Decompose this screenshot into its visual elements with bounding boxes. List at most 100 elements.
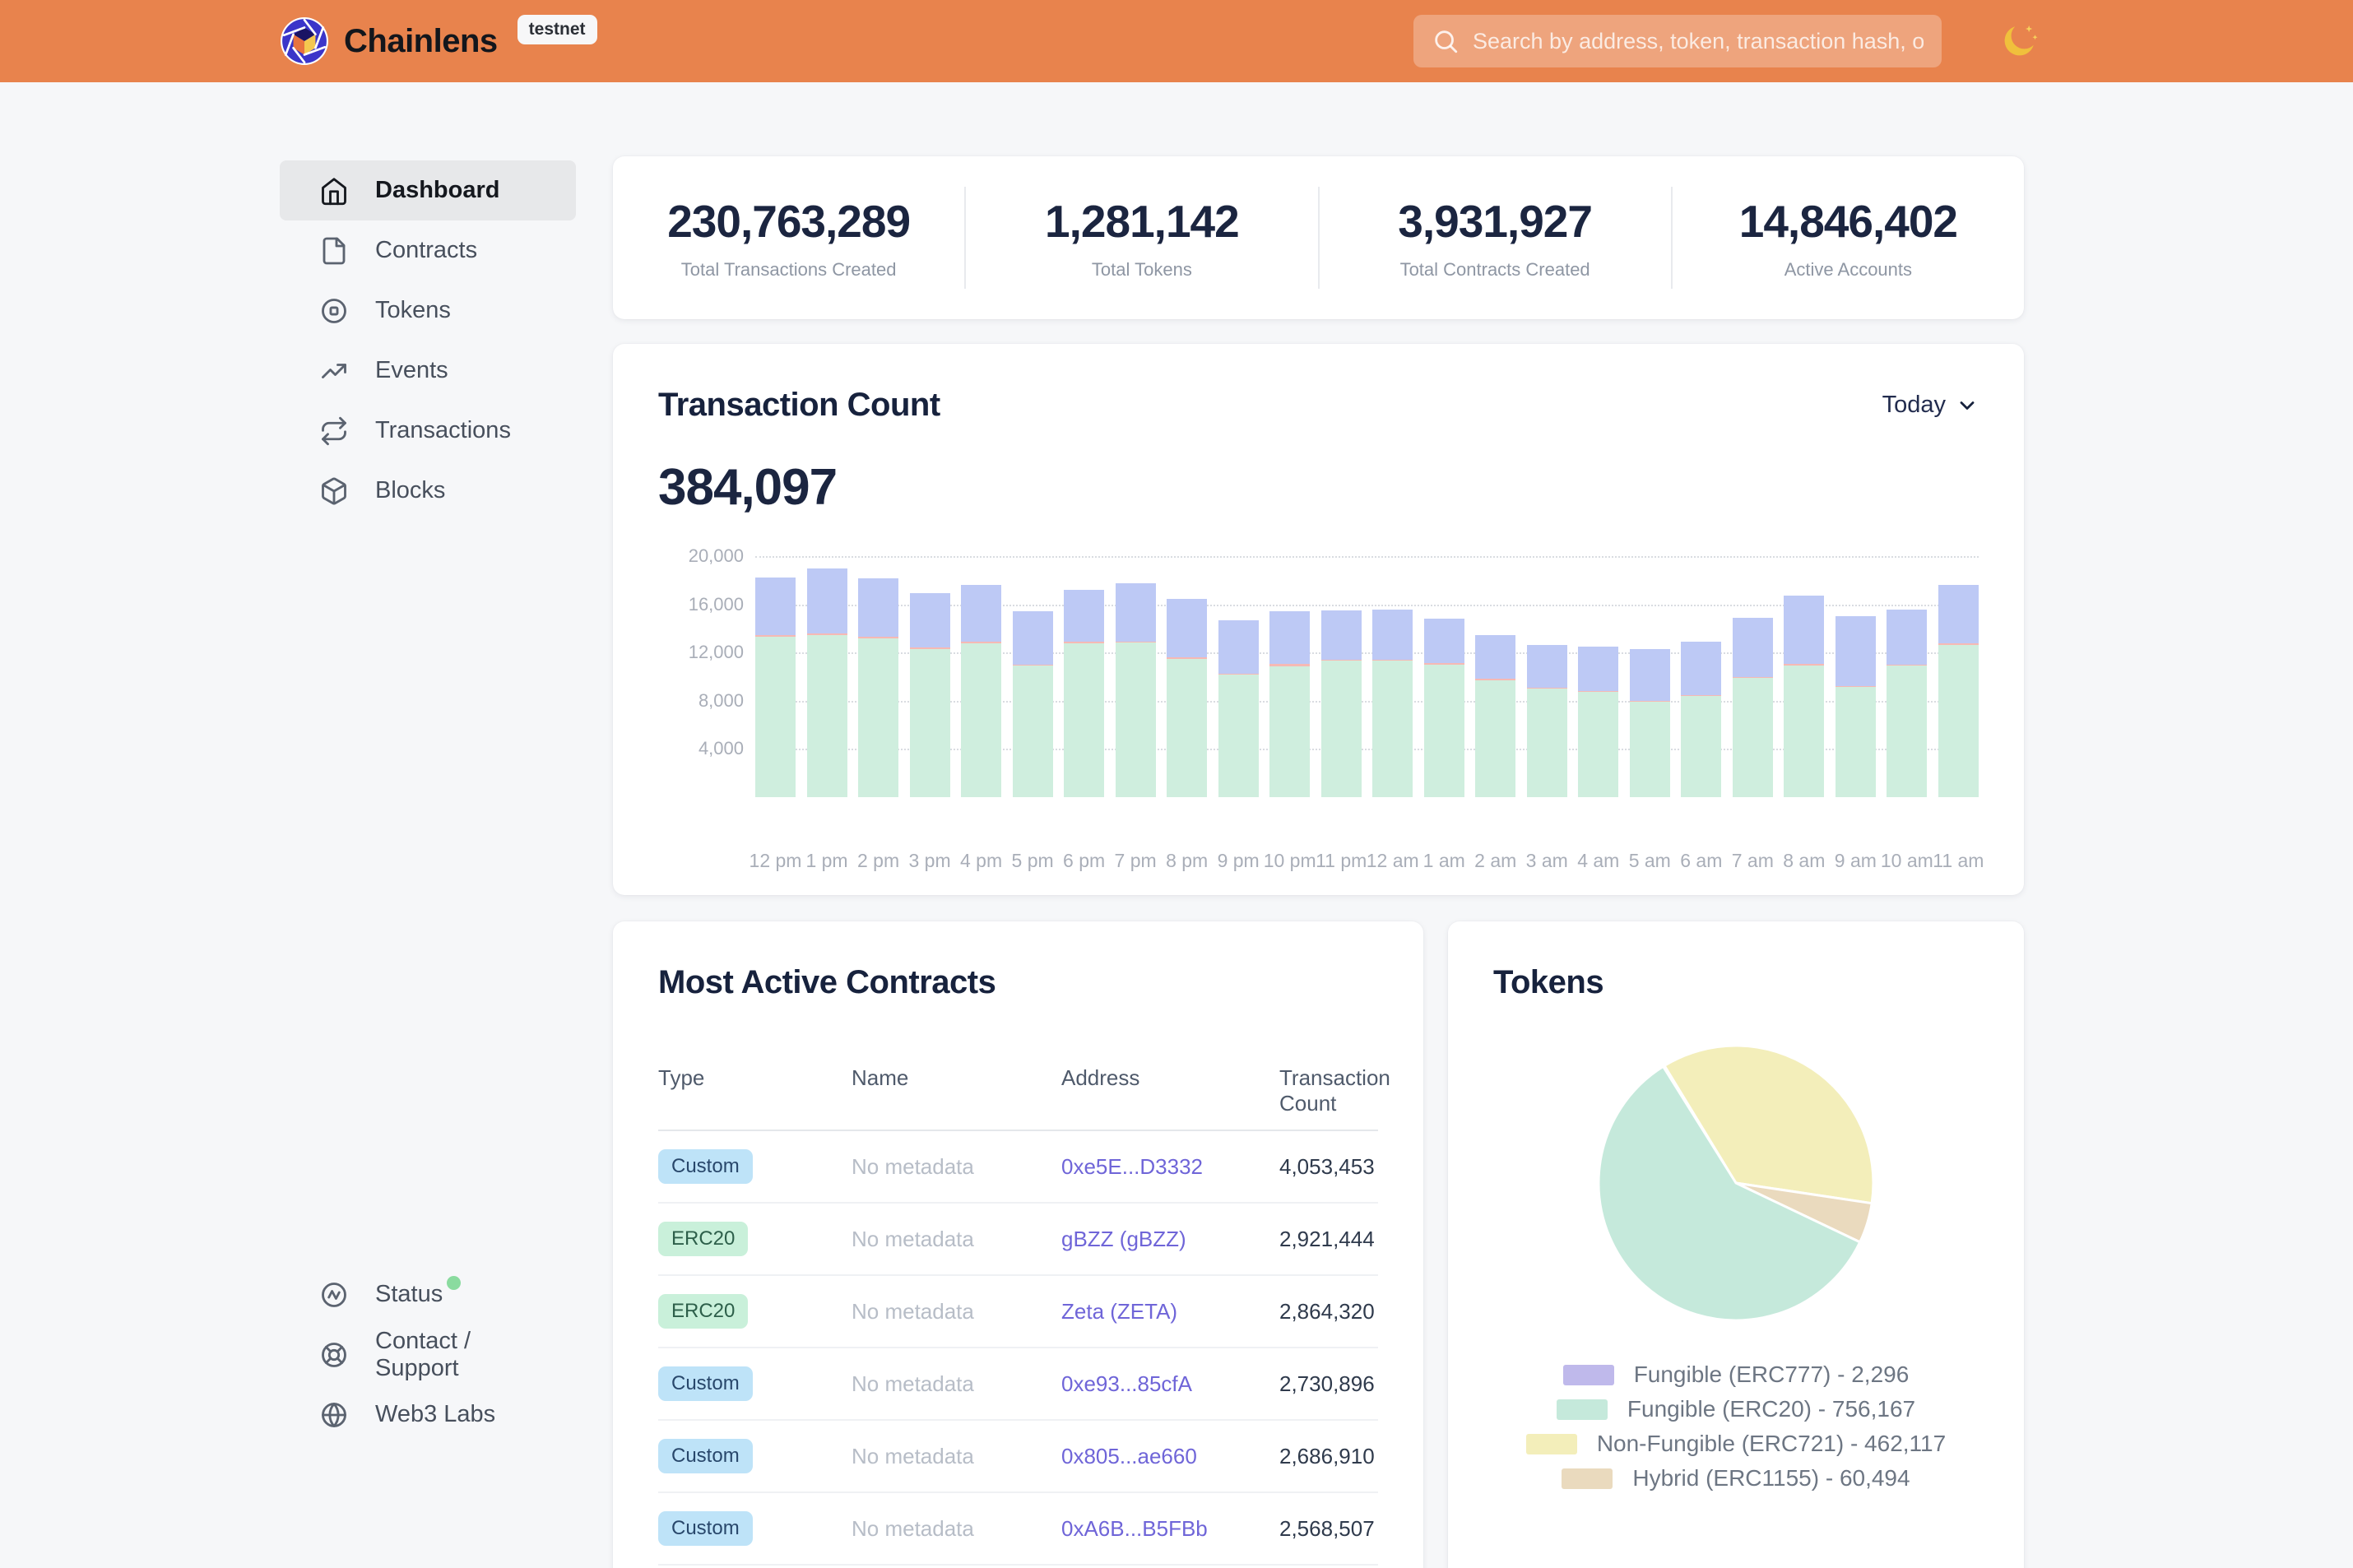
x-axis-tick: 4 am — [1578, 850, 1618, 872]
blue-segment — [1116, 583, 1156, 642]
blue-segment — [1269, 611, 1310, 664]
sidebar-item-transactions[interactable]: Transactions — [280, 401, 576, 461]
top-header: Chainlens testnet — [0, 0, 2353, 82]
bar-7pm — [1116, 583, 1156, 797]
brand[interactable]: Chainlens testnet — [280, 16, 597, 66]
green-segment — [1681, 696, 1721, 797]
green-segment — [1321, 661, 1362, 797]
sidebar-item-label: Transactions — [375, 417, 511, 444]
blue-segment — [1836, 616, 1876, 686]
green-segment — [910, 649, 950, 797]
x-axis-tick: 11 pm — [1321, 850, 1362, 872]
contract-name: No metadata — [852, 1227, 1061, 1252]
contract-tx-count: 2,921,444 — [1279, 1227, 1378, 1252]
sidebar-item-label: Blocks — [375, 477, 445, 504]
x-axis-tick: 9 am — [1836, 850, 1876, 872]
x-axis-tick: 8 am — [1784, 850, 1824, 872]
x-axis-tick: 6 am — [1681, 850, 1721, 872]
sidebar-item-contact-support[interactable]: Contact / Support — [280, 1324, 576, 1385]
green-segment — [1938, 645, 1979, 797]
table-row: ERC20No metadataZeta (ZETA)2,864,320 — [658, 1276, 1378, 1348]
sidebar-item-status[interactable]: Status — [280, 1264, 576, 1324]
green-segment — [1013, 666, 1053, 797]
bar-8pm — [1167, 599, 1207, 797]
sidebar-item-events[interactable]: Events — [280, 341, 576, 401]
blue-segment — [755, 578, 796, 635]
tokens-pie-chart — [1493, 1041, 1979, 1325]
stat-total-transactions-created: 230,763,289Total Transactions Created — [613, 187, 964, 289]
column-header-type: Type — [658, 1065, 852, 1091]
x-axis-tick: 3 pm — [910, 850, 950, 872]
bar-5am — [1630, 649, 1670, 797]
sidebar-item-label: Contracts — [375, 237, 477, 264]
chevron-down-icon — [1956, 394, 1979, 417]
blue-segment — [1321, 610, 1362, 660]
stat-label: Active Accounts — [1673, 259, 2024, 281]
contract-tx-count: 2,730,896 — [1279, 1371, 1378, 1397]
stat-value: 3,931,927 — [1320, 195, 1671, 248]
green-segment — [1167, 659, 1207, 797]
chart-x-axis: 12 pm1 pm2 pm3 pm4 pm5 pm6 pm7 pm8 pm9 p… — [755, 850, 1979, 872]
search-icon — [1432, 27, 1460, 55]
sidebar-item-contracts[interactable]: Contracts — [280, 220, 576, 281]
chainlens-logo-icon — [280, 16, 329, 66]
blue-segment — [1887, 610, 1927, 665]
green-segment — [1836, 687, 1876, 797]
sidebar-item-web3-labs[interactable]: Web3 Labs — [280, 1385, 576, 1445]
search-input[interactable] — [1473, 29, 1924, 54]
sidebar-item-tokens[interactable]: Tokens — [280, 281, 576, 341]
stat-label: Total Tokens — [966, 259, 1317, 281]
table-row: CustomNo metadata0xA6B...B5FBb2,568,507 — [658, 1493, 1378, 1566]
x-axis-tick: 10 am — [1887, 850, 1927, 872]
green-segment — [1578, 692, 1618, 797]
range-selector[interactable]: Today — [1882, 392, 1979, 419]
contracts-table-body: CustomNo metadata0xe5E...D33324,053,453 E… — [658, 1131, 1378, 1566]
dark-mode-toggle[interactable] — [1998, 20, 2040, 63]
bar-6pm — [1064, 590, 1104, 797]
bar-3am — [1527, 645, 1567, 797]
contract-address-link[interactable]: 0xe93...85cfA — [1061, 1371, 1192, 1396]
legend-swatch — [1526, 1434, 1577, 1454]
tokens-legend: Fungible (ERC777) - 2,296Fungible (ERC20… — [1493, 1362, 1979, 1491]
transaction-count-card: Transaction Count Today 384,097 4,0008,0… — [613, 344, 2024, 895]
range-selector-label: Today — [1882, 392, 1946, 419]
legend-swatch — [1563, 1365, 1614, 1385]
trending-icon — [319, 356, 349, 386]
bar-12am — [1372, 610, 1413, 797]
green-segment — [1372, 661, 1413, 797]
status-online-dot — [447, 1276, 461, 1290]
bar-9pm — [1218, 620, 1259, 797]
blue-segment — [1167, 599, 1207, 657]
sidebar-item-dashboard[interactable]: Dashboard — [280, 160, 576, 220]
blue-segment — [858, 578, 898, 637]
contract-address-link[interactable]: gBZZ (gBZZ) — [1061, 1227, 1186, 1251]
bar-3pm — [910, 593, 950, 797]
green-segment — [1784, 666, 1824, 797]
sidebar-item-label: Status — [375, 1281, 443, 1308]
x-axis-tick: 3 am — [1527, 850, 1567, 872]
chart-y-axis: 4,0008,00012,00016,00020,000 — [658, 556, 755, 797]
bar-11am — [1938, 585, 1979, 797]
sidebar-footer-nav: Status Contact / Support Web3 Labs — [280, 1264, 576, 1445]
sidebar-item-label: Web3 Labs — [375, 1401, 495, 1428]
file-icon — [319, 236, 349, 266]
green-segment — [755, 637, 796, 797]
contract-address-link[interactable]: 0xA6B...B5FBb — [1061, 1516, 1208, 1541]
blue-segment — [1681, 642, 1721, 695]
x-axis-tick: 1 pm — [807, 850, 847, 872]
contract-address-link[interactable]: 0x805...ae660 — [1061, 1444, 1197, 1468]
table-row: CustomNo metadata0xe5E...D33324,053,453 — [658, 1131, 1378, 1204]
sidebar-item-blocks[interactable]: Blocks — [280, 461, 576, 521]
contract-address-link[interactable]: 0xe5E...D3332 — [1061, 1154, 1203, 1179]
green-segment — [1064, 643, 1104, 797]
contracts-table-header: TypeNameAddressTransaction Count — [658, 1065, 1378, 1131]
legend-swatch — [1562, 1468, 1613, 1489]
transaction-count-total: 384,097 — [658, 458, 1979, 517]
contract-type-badge: ERC20 — [658, 1294, 748, 1329]
green-segment — [807, 635, 847, 797]
contract-address-link[interactable]: Zeta (ZETA) — [1061, 1299, 1177, 1324]
stat-total-tokens: 1,281,142Total Tokens — [964, 187, 1317, 289]
table-row: CustomNo metadata0xe93...85cfA2,730,896 — [658, 1348, 1378, 1421]
x-axis-tick: 2 pm — [858, 850, 898, 872]
search-bar[interactable] — [1413, 15, 1942, 67]
